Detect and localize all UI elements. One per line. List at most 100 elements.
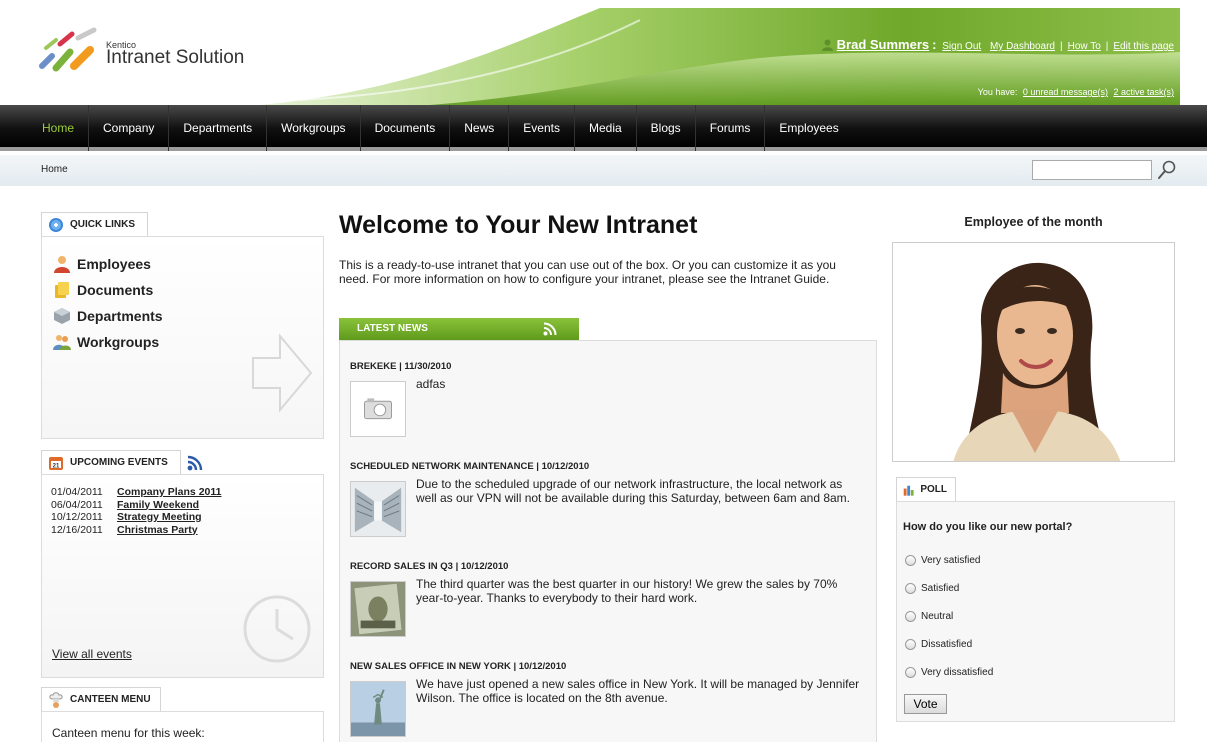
news-body: adfas bbox=[416, 377, 446, 391]
news-title[interactable]: RECORD SALES IN Q3 | 10/12/2010 bbox=[350, 561, 870, 572]
poll-option-very-dissatisfied[interactable]: Very dissatisfied bbox=[905, 667, 993, 678]
header: Kentico Intranet Solution Brad Summers: … bbox=[0, 0, 1207, 105]
news-title[interactable]: BREKEKE | 11/30/2010 bbox=[350, 361, 870, 372]
quick-links-icon bbox=[49, 217, 63, 232]
money-thumbnail[interactable] bbox=[350, 581, 406, 637]
camera-placeholder-icon[interactable] bbox=[350, 381, 406, 437]
nav-media[interactable]: Media bbox=[575, 105, 637, 151]
poll-option-dissatisfied[interactable]: Dissatisfied bbox=[905, 639, 972, 650]
event-link[interactable]: Family Weekend bbox=[117, 499, 199, 511]
event-row: 12/16/2011 Christmas Party bbox=[51, 524, 221, 537]
nav-workgroups[interactable]: Workgroups bbox=[267, 105, 361, 151]
news-item: RECORD SALES IN Q3 | 10/12/2010 The thir… bbox=[350, 561, 870, 637]
quick-link-label: Employees bbox=[77, 256, 151, 272]
statue-of-liberty-thumbnail[interactable] bbox=[350, 681, 406, 737]
quick-link-employees[interactable]: Employees bbox=[53, 251, 163, 277]
news-title[interactable]: NEW SALES OFFICE IN NEW YORK | 10/12/201… bbox=[350, 661, 870, 672]
poll-option-neutral[interactable]: Neutral bbox=[905, 611, 953, 622]
server-room-thumbnail[interactable] bbox=[350, 481, 406, 537]
poll-option-label: Dissatisfied bbox=[921, 639, 973, 650]
kentico-logo[interactable] bbox=[38, 26, 98, 72]
event-link[interactable]: Strategy Meeting bbox=[117, 511, 202, 523]
nav-news[interactable]: News bbox=[450, 105, 510, 151]
event-row: 01/04/2011 Company Plans 2011 bbox=[51, 486, 221, 499]
employee-photo[interactable] bbox=[892, 242, 1175, 462]
quick-link-departments[interactable]: Departments bbox=[53, 303, 163, 329]
latest-news-panel: BREKEKE | 11/30/2010 adfas SCHEDULED NET… bbox=[339, 340, 877, 742]
page-title: Welcome to Your New Intranet bbox=[339, 211, 698, 239]
employees-icon bbox=[54, 256, 70, 273]
poll-panel: How do you like our new portal? Very sat… bbox=[896, 501, 1175, 722]
how-to-link[interactable]: How To bbox=[1068, 41, 1101, 52]
clock-decoration-icon bbox=[243, 595, 311, 663]
poll-tab: POLL bbox=[896, 477, 956, 501]
quick-link-documents[interactable]: Documents bbox=[53, 277, 163, 303]
news-body: The third quarter was the best quarter i… bbox=[416, 577, 838, 605]
poll-option-label: Very satisfied bbox=[921, 555, 981, 566]
you-have-label: You have: bbox=[977, 87, 1018, 97]
news-item: NEW SALES OFFICE IN NEW YORK | 10/12/201… bbox=[350, 661, 870, 737]
poll-chart-icon bbox=[903, 485, 914, 496]
quick-link-label: Documents bbox=[77, 282, 154, 298]
view-all-events-link[interactable]: View all events bbox=[52, 647, 132, 661]
quick-links-panel: Employees Documents Departments Workgrou… bbox=[41, 236, 324, 439]
event-link[interactable]: Christmas Party bbox=[117, 524, 198, 536]
departments-icon bbox=[54, 308, 70, 324]
event-row: 10/12/2011 Strategy Meeting bbox=[51, 511, 221, 524]
event-link[interactable]: Company Plans 2011 bbox=[117, 486, 221, 498]
poll-question: How do you like our new portal? bbox=[903, 521, 1073, 533]
events-rss-icon[interactable] bbox=[187, 455, 204, 471]
svg-text:21: 21 bbox=[53, 463, 60, 469]
upcoming-events-panel: 01/04/2011 Company Plans 2011 06/04/2011 F… bbox=[41, 474, 324, 678]
poll-option-satisfied[interactable]: Satisfied bbox=[905, 583, 959, 594]
quick-link-label: Departments bbox=[77, 308, 163, 324]
nav-documents[interactable]: Documents bbox=[361, 105, 451, 151]
event-date: 10/12/2011 bbox=[51, 511, 103, 523]
user-name-link[interactable]: Brad Summers bbox=[837, 37, 929, 52]
canteen-menu-tab: CANTEEN MENU bbox=[41, 687, 161, 711]
event-row: 06/04/2011 Family Weekend bbox=[51, 499, 221, 512]
employee-of-month-title: Employee of the month bbox=[964, 215, 1103, 229]
unread-messages-link[interactable]: 0 unread message(s) bbox=[1023, 87, 1108, 97]
my-dashboard-link[interactable]: My Dashboard bbox=[990, 41, 1055, 52]
radio-button[interactable] bbox=[905, 639, 916, 650]
canteen-menu-text: Canteen menu for this week: bbox=[52, 726, 205, 740]
nav-home[interactable]: Home bbox=[28, 105, 90, 151]
latest-news-title: LATEST NEWS bbox=[357, 323, 428, 334]
main-navigation: Home Company Departments Workgroups Docu… bbox=[0, 105, 1207, 151]
poll-option-very-satisfied[interactable]: Very satisfied bbox=[905, 555, 980, 566]
vote-button[interactable]: Vote bbox=[904, 694, 947, 714]
message-bar: You have: 0 unread message(s) 2 active t… bbox=[978, 87, 1174, 97]
documents-icon bbox=[55, 282, 69, 298]
nav-departments[interactable]: Departments bbox=[169, 105, 268, 151]
radio-button[interactable] bbox=[905, 555, 916, 566]
user-bar: Brad Summers: Sign Out My Dashboard | How … bbox=[821, 37, 1174, 52]
news-body: We have just opened a new sales office i… bbox=[416, 677, 860, 705]
poll-option-label: Neutral bbox=[921, 611, 954, 622]
event-date: 01/04/2011 bbox=[51, 486, 103, 498]
radio-button[interactable] bbox=[905, 611, 916, 622]
news-body: Due to the scheduled upgrade of our netw… bbox=[416, 477, 851, 505]
radio-button[interactable] bbox=[905, 583, 916, 594]
search-input[interactable] bbox=[1032, 160, 1152, 180]
breadcrumb[interactable]: Home bbox=[41, 164, 68, 175]
active-tasks-link[interactable]: 2 active task(s) bbox=[1113, 87, 1174, 97]
quick-link-workgroups[interactable]: Workgroups bbox=[53, 329, 163, 355]
news-rss-icon[interactable] bbox=[543, 322, 558, 336]
sign-out-link[interactable]: Sign Out bbox=[942, 41, 981, 52]
chef-icon bbox=[49, 691, 63, 708]
quick-links-tab: QUICK LINKS bbox=[41, 212, 148, 236]
edit-page-link[interactable]: Edit this page bbox=[1113, 41, 1174, 52]
news-title[interactable]: SCHEDULED NETWORK MAINTENANCE | 10/12/20… bbox=[350, 461, 870, 472]
event-date: 06/04/2011 bbox=[51, 498, 103, 511]
link-separator: | bbox=[1105, 41, 1109, 52]
nav-company[interactable]: Company bbox=[89, 105, 170, 151]
arrow-decoration-icon bbox=[252, 333, 313, 413]
radio-button[interactable] bbox=[905, 667, 916, 678]
breadcrumb-bar: Home bbox=[0, 155, 1207, 186]
nav-events[interactable]: Events bbox=[509, 105, 575, 151]
magnifier-icon[interactable] bbox=[1156, 159, 1178, 181]
nav-blogs[interactable]: Blogs bbox=[637, 105, 696, 151]
nav-employees[interactable]: Employees bbox=[765, 105, 852, 151]
nav-forums[interactable]: Forums bbox=[696, 105, 766, 151]
